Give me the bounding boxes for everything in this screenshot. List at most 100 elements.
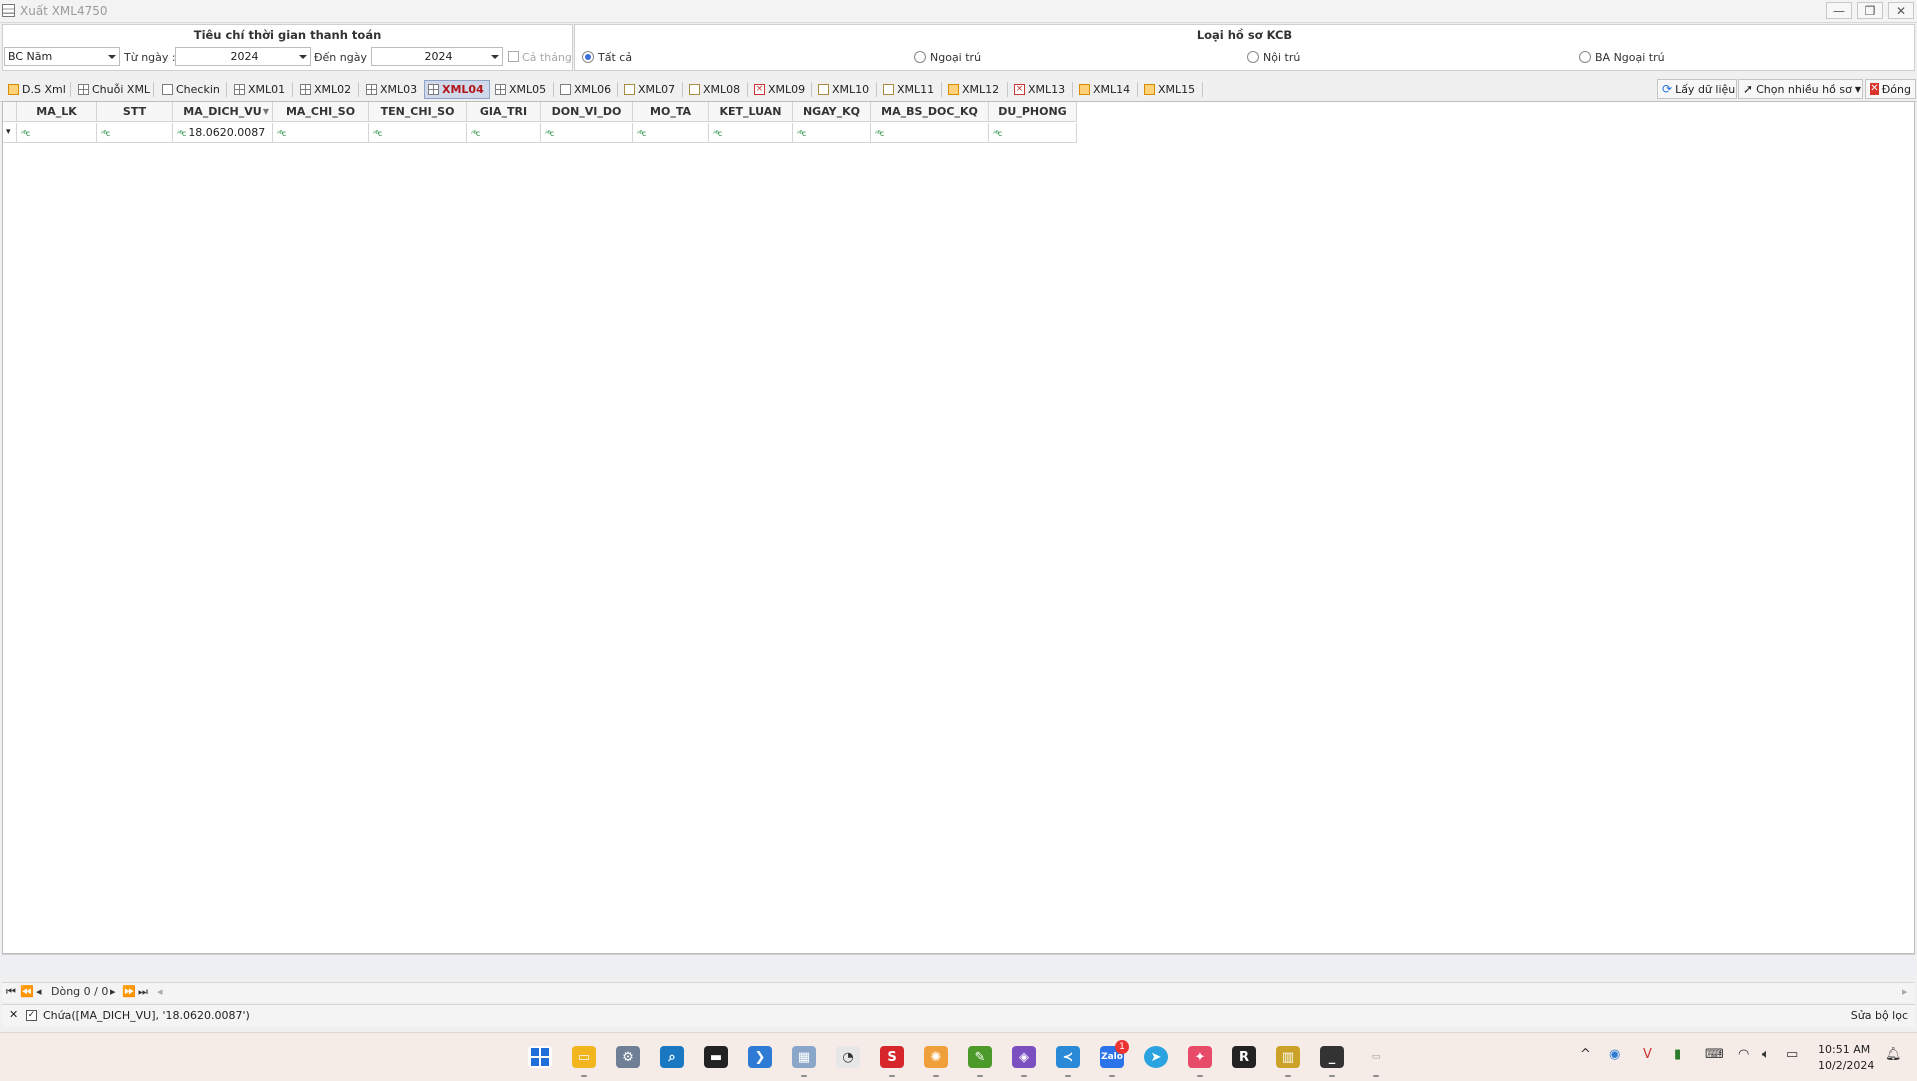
- tab-xml08[interactable]: XML08: [686, 80, 743, 99]
- scroll-right-icon[interactable]: ▸: [1902, 985, 1908, 998]
- tab-xml09[interactable]: × XML09: [751, 80, 808, 99]
- close-window-button[interactable]: ✕: [1888, 2, 1914, 19]
- battery-icon[interactable]: ▭: [1786, 1047, 1798, 1062]
- filter-cell[interactable]: ᴬᴮc: [871, 123, 989, 143]
- tab-xml04[interactable]: XML04: [424, 80, 490, 99]
- scroll-left-icon[interactable]: ◂: [157, 985, 163, 998]
- clock-time[interactable]: 10:51 AM: [1818, 1043, 1870, 1056]
- filter-cell[interactable]: ᴬᴮc: [709, 123, 793, 143]
- column-header[interactable]: NGAY_KQ: [793, 102, 871, 122]
- last-record-icon[interactable]: ⏭: [138, 985, 148, 999]
- column-header[interactable]: MA_LK: [17, 102, 97, 122]
- filter-cell[interactable]: ᴬᴮc: [97, 123, 173, 143]
- filter-condition-icon[interactable]: ᴬᴮc: [277, 124, 286, 143]
- wifi-icon[interactable]: ◠: [1738, 1047, 1749, 1062]
- column-header[interactable]: DON_VI_DO: [541, 102, 633, 122]
- filter-cell-ma-dich-vu[interactable]: ᴬᴮc 18.0620.0087: [173, 123, 273, 143]
- tab-xml05[interactable]: XML05: [492, 80, 549, 99]
- tab-xml15[interactable]: XML15: [1141, 80, 1198, 99]
- resource-monitor-icon[interactable]: ▦: [792, 1046, 816, 1068]
- column-header[interactable]: DU_PHONG: [989, 102, 1077, 122]
- sun-app-icon[interactable]: ✺: [924, 1046, 948, 1068]
- filter-cell[interactable]: ᴬᴮc: [633, 123, 709, 143]
- filter-cell[interactable]: ᴬᴮc: [467, 123, 541, 143]
- radio-ba-outpatient[interactable]: [1579, 51, 1591, 63]
- filter-expression[interactable]: Chứa([MA_DICH_VU], '18.0620.0087'): [43, 1009, 250, 1022]
- to-date-select[interactable]: 2024: [371, 47, 503, 66]
- notification-bell-icon[interactable]: 🔔︎: [1885, 1047, 1902, 1062]
- tab-checkin[interactable]: Checkin: [159, 80, 223, 99]
- terminal-icon[interactable]: ▬: [704, 1046, 728, 1068]
- restore-button[interactable]: ❐: [1857, 2, 1883, 19]
- column-header[interactable]: KET_LUAN: [709, 102, 793, 122]
- radio-inpatient[interactable]: [1247, 51, 1259, 63]
- archive-icon[interactable]: ▥: [1276, 1046, 1300, 1068]
- tab-xml12[interactable]: XML12: [945, 80, 1002, 99]
- tab-xml03[interactable]: XML03: [363, 80, 420, 99]
- whole-month-checkbox[interactable]: [508, 51, 519, 62]
- tab-chuoi-xml[interactable]: Chuỗi XML: [75, 80, 153, 99]
- filter-enabled-checkbox[interactable]: ✓: [26, 1010, 37, 1021]
- column-header[interactable]: MA_BS_DOC_KQ: [871, 102, 989, 122]
- previous-page-icon[interactable]: ⏪: [20, 985, 34, 998]
- console-icon[interactable]: _: [1320, 1046, 1344, 1068]
- volume-icon[interactable]: 🔈︎: [1762, 1047, 1770, 1062]
- load-data-button[interactable]: ⟳ Lấy dữ liệu: [1657, 79, 1737, 99]
- first-record-icon[interactable]: ⏮: [6, 985, 16, 999]
- filter-cell[interactable]: ᴬᴮc: [989, 123, 1077, 143]
- telegram-icon[interactable]: ➤: [1144, 1046, 1168, 1068]
- tab-xml14[interactable]: XML14: [1076, 80, 1133, 99]
- tab-xml01[interactable]: XML01: [231, 80, 288, 99]
- chrome-icon[interactable]: ◉: [1609, 1047, 1620, 1062]
- tab-xml02[interactable]: XML02: [297, 80, 354, 99]
- next-page-icon[interactable]: ⏩: [122, 985, 136, 998]
- next-record-icon[interactable]: ▸: [110, 985, 116, 998]
- column-header[interactable]: MA_DICH_VU ▼: [173, 102, 273, 122]
- filter-cell[interactable]: ᴬᴮc: [273, 123, 369, 143]
- file-explorer-icon[interactable]: ▭: [572, 1046, 596, 1068]
- filter-condition-icon[interactable]: ᴬᴮc: [373, 124, 382, 143]
- column-header[interactable]: MA_CHI_SO: [273, 102, 369, 122]
- column-header[interactable]: MO_TA: [633, 102, 709, 122]
- minimized-app-icon[interactable]: ▭: [1364, 1046, 1388, 1068]
- rider-icon[interactable]: R: [1232, 1046, 1256, 1068]
- filter-condition-icon[interactable]: ᴬᴮc: [21, 124, 30, 143]
- column-header[interactable]: GIA_TRI: [467, 102, 541, 122]
- tab-xml13[interactable]: × XML13: [1011, 80, 1068, 99]
- s-app-icon[interactable]: S: [880, 1046, 904, 1068]
- show-hidden-icons-icon[interactable]: ^: [1580, 1047, 1591, 1062]
- tab-ds-xml[interactable]: D.S Xml: [5, 80, 69, 99]
- filter-cell[interactable]: ᴬᴮc: [369, 123, 467, 143]
- filter-cell[interactable]: ᴬᴮc: [793, 123, 871, 143]
- filter-condition-icon[interactable]: ᴬᴮc: [875, 124, 884, 143]
- filter-condition-icon[interactable]: ᴬᴮc: [177, 124, 186, 143]
- filter-condition-icon[interactable]: ᴬᴮc: [993, 124, 1002, 143]
- settings-icon[interactable]: ⚙: [616, 1046, 640, 1068]
- filter-cell[interactable]: ᴬᴮc: [541, 123, 633, 143]
- report-type-select[interactable]: BC Năm: [4, 47, 120, 66]
- filter-condition-icon[interactable]: ᴬᴮc: [797, 124, 806, 143]
- search-app-icon[interactable]: ⌕: [660, 1046, 684, 1068]
- v-app-icon[interactable]: V: [1643, 1047, 1652, 1062]
- previous-record-icon[interactable]: ◂: [36, 985, 42, 998]
- clock-date[interactable]: 10/2/2024: [1818, 1059, 1874, 1072]
- filter-condition-icon[interactable]: ᴬᴮc: [101, 124, 110, 143]
- radio-all[interactable]: [582, 51, 594, 63]
- tab-xml10[interactable]: XML10: [815, 80, 872, 99]
- filter-condition-icon[interactable]: ᴬᴮc: [637, 124, 646, 143]
- vscode-icon[interactable]: ≺: [1056, 1046, 1080, 1068]
- from-date-select[interactable]: 2024: [175, 47, 311, 66]
- radio-outpatient[interactable]: [914, 51, 926, 63]
- tab-xml07[interactable]: XML07: [621, 80, 678, 99]
- visual-studio-icon[interactable]: ◈: [1012, 1046, 1036, 1068]
- filter-condition-icon[interactable]: ᴬᴮc: [545, 124, 554, 143]
- edit-filter-link[interactable]: Sửa bộ lọc: [1851, 1009, 1908, 1022]
- filter-icon[interactable]: ▼: [263, 102, 269, 121]
- filter-condition-icon[interactable]: ᴬᴮc: [471, 124, 480, 143]
- battery-app-icon[interactable]: ▮: [1674, 1047, 1681, 1062]
- chevron-down-icon[interactable]: ▼: [1855, 85, 1861, 94]
- close-button[interactable]: ✕ Đóng: [1865, 79, 1916, 99]
- powershell-icon[interactable]: ❯: [748, 1046, 772, 1068]
- start-icon[interactable]: [528, 1046, 552, 1068]
- notepad-icon[interactable]: ✎: [968, 1046, 992, 1068]
